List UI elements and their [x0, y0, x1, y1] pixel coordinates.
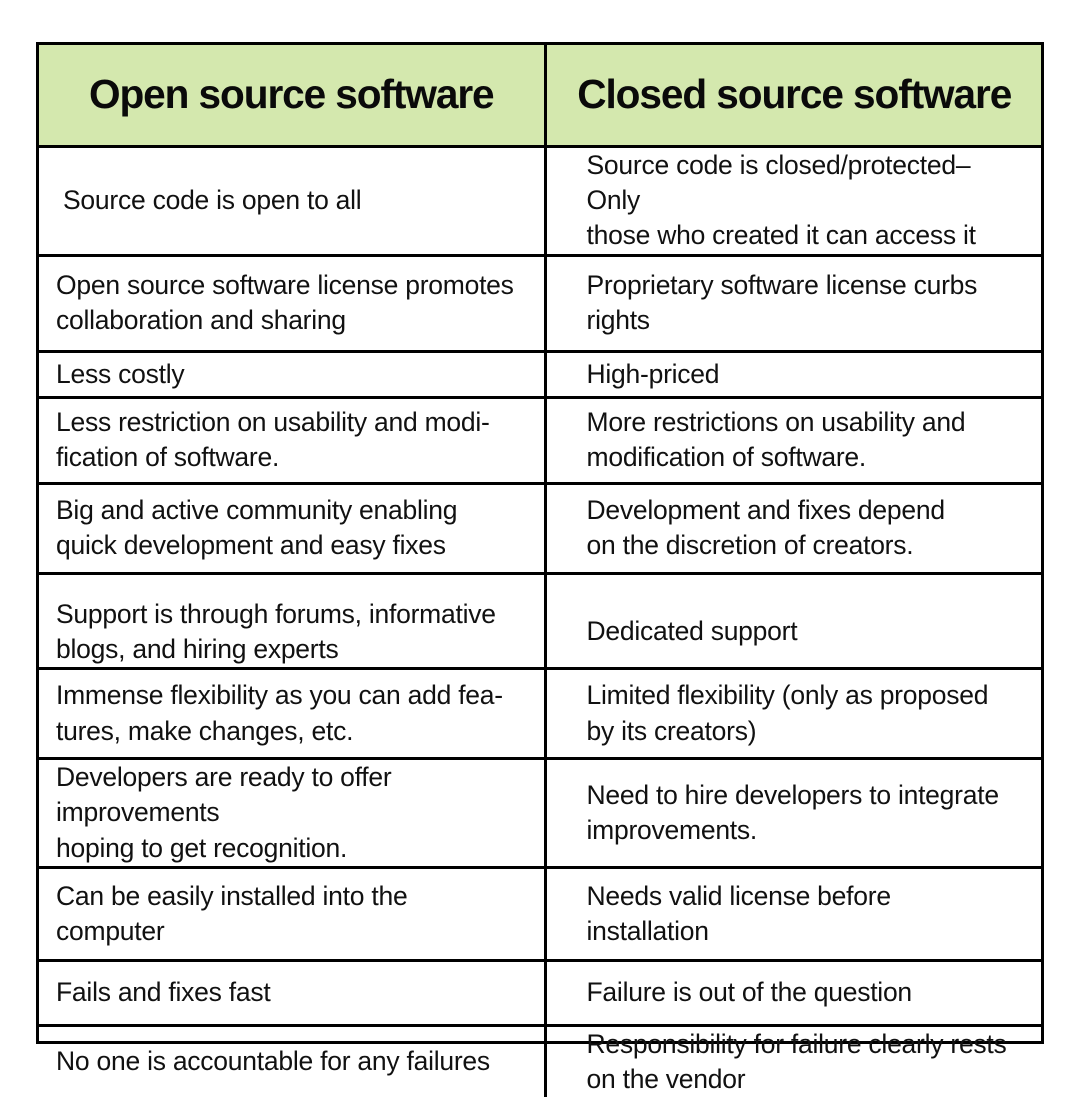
cell-text: Big and active community enabling quick …: [56, 494, 458, 561]
cell-text: Development and fixes depend on the disc…: [586, 494, 946, 561]
cell-closed-source: Responsibility for failure clearly rests…: [545, 1023, 1041, 1097]
cell-text: Fails and fixes fast: [56, 977, 271, 1008]
cell-text: Less costly: [56, 358, 185, 389]
cell-text: High-priced: [586, 358, 720, 389]
cell-text: Dedicated support: [586, 616, 798, 647]
cell-text: No one is accountable for any failures: [56, 1046, 490, 1077]
table-row: Fails and fixes fast Failure is out of t…: [39, 958, 1041, 1026]
table-row: Less costly High-priced: [39, 349, 1041, 398]
cell-open-source: Source code is open to all: [39, 146, 547, 256]
cell-open-source: No one is accountable for any failures: [39, 1023, 547, 1097]
table-header-row: Open source software Closed source softw…: [39, 45, 1041, 148]
cell-open-source: Big and active community enabling quick …: [39, 481, 547, 574]
comparison-table-container: Open source software Closed source softw…: [36, 42, 1044, 1097]
cell-text: Limited flexibility (only as proposed by…: [586, 680, 989, 746]
column-header-open-source-label: Open source software: [88, 71, 495, 118]
cell-open-source: Immense flexibility as you can add fea- …: [39, 667, 547, 759]
cell-open-source: Fails and fixes fast: [39, 958, 547, 1026]
cell-text: Needs valid license before installation: [586, 880, 892, 946]
table-row: Source code is open to all Source code i…: [39, 146, 1041, 256]
column-header-open-source: Open source software: [39, 45, 547, 148]
cell-text: More restrictions on usability and modif…: [586, 406, 966, 473]
cell-closed-source: High-priced: [545, 349, 1041, 398]
cell-text: Open source software license promotes co…: [56, 269, 514, 336]
column-header-closed-source-label: Closed source software: [576, 71, 1012, 118]
table-row: Less restriction on usability and modi- …: [39, 395, 1041, 484]
column-header-closed-source: Closed source software: [545, 45, 1041, 148]
cell-text: Immense flexibility as you can add fea- …: [56, 680, 503, 746]
cell-open-source: Can be easily installed into the compute…: [39, 865, 547, 961]
table-row: Support is through forums, informative b…: [39, 571, 1041, 669]
cell-open-source: Support is through forums, informative b…: [39, 571, 547, 669]
table-row: Big and active community enabling quick …: [39, 481, 1041, 574]
cell-open-source: Developers are ready to offer improvemen…: [39, 757, 547, 868]
cell-text: Source code is open to all: [63, 185, 362, 216]
table-row: Can be easily installed into the compute…: [39, 865, 1041, 961]
cell-text: Need to hire developers to integrate imp…: [586, 779, 1000, 846]
cell-closed-source: Needs valid license before installation: [545, 865, 1041, 961]
table-row: No one is accountable for any failures R…: [39, 1023, 1041, 1097]
cell-text: Failure is out of the question: [586, 977, 913, 1008]
cell-text: Responsibility for failure clearly rests…: [586, 1028, 1007, 1095]
cell-closed-source: Dedicated support: [545, 571, 1041, 669]
open-vs-closed-source-table: Open source software Closed source softw…: [39, 45, 1041, 1097]
cell-open-source: Open source software license promotes co…: [39, 253, 547, 352]
cell-open-source: Less costly: [39, 349, 547, 398]
cell-text: Support is through forums, informative b…: [56, 598, 496, 664]
cell-closed-source: Source code is closed/protected– Only th…: [545, 147, 1041, 256]
cell-closed-source: Development and fixes depend on the disc…: [545, 481, 1041, 574]
cell-closed-source: More restrictions on usability and modif…: [545, 395, 1041, 484]
cell-closed-source: Need to hire developers to integrate imp…: [545, 757, 1041, 868]
cell-closed-source: Failure is out of the question: [545, 958, 1041, 1026]
table-row: Developers are ready to offer improvemen…: [39, 757, 1041, 868]
cell-open-source: Less restriction on usability and modi- …: [39, 395, 547, 484]
cell-closed-source: Limited flexibility (only as proposed by…: [545, 667, 1041, 759]
cell-closed-source: Proprietary software license curbs right…: [545, 253, 1041, 352]
cell-text: Source code is closed/protected– Only th…: [586, 150, 976, 251]
cell-text: Less restriction on usability and modi- …: [56, 406, 490, 473]
table-row: Immense flexibility as you can add fea- …: [39, 667, 1041, 759]
table-row: Open source software license promotes co…: [39, 253, 1041, 352]
cell-text: Can be easily installed into the compute…: [56, 880, 408, 946]
cell-text: Developers are ready to offer improvemen…: [56, 762, 392, 863]
cell-text: Proprietary software license curbs right…: [586, 269, 978, 336]
